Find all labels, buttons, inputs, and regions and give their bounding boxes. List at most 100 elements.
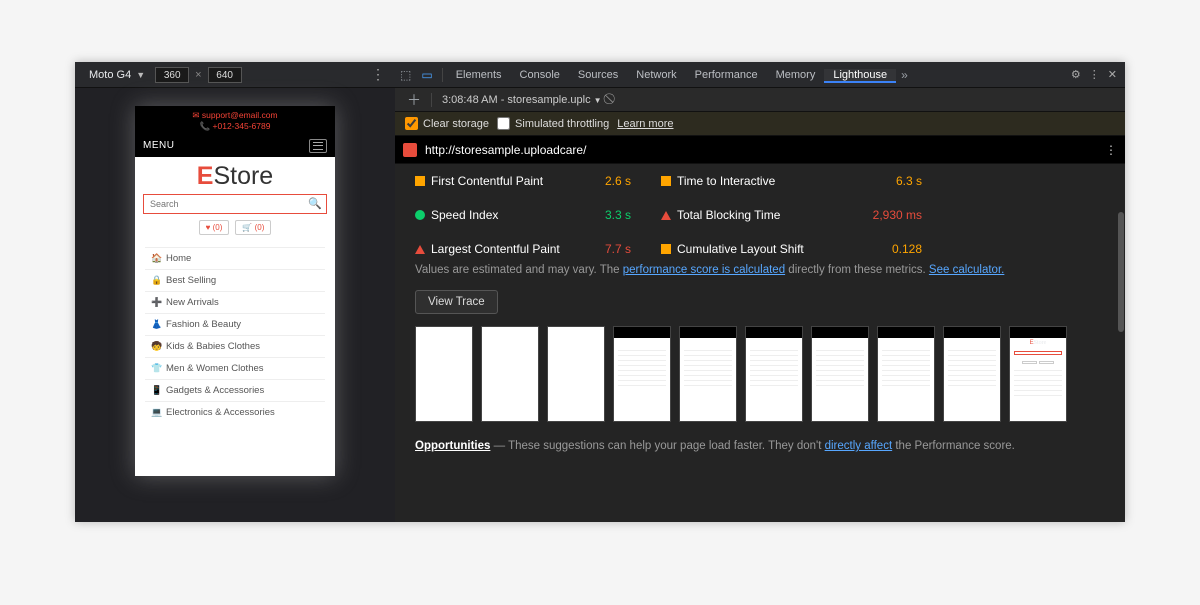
tab-sources[interactable]: Sources (569, 69, 627, 81)
view-trace-button[interactable]: View Trace (415, 290, 498, 314)
device-toggle-icon[interactable]: ▭ (416, 68, 437, 82)
category-item[interactable]: 👗 Fashion & Beauty (145, 313, 325, 335)
audited-url-bar: http://storesample.uploadcare/ ⋮ (395, 136, 1125, 164)
filmstrip-frame[interactable] (811, 326, 869, 422)
filmstrip-frame[interactable] (613, 326, 671, 422)
tab-network[interactable]: Network (627, 69, 685, 81)
inspect-icon[interactable]: ⬚ (395, 68, 416, 82)
category-icon: 🔒 (151, 275, 161, 286)
cart-button[interactable]: 🛒 (0) (235, 220, 271, 235)
tab-elements[interactable]: Elements (447, 69, 511, 81)
category-list: 🏠 Home 🔒Best Selling ➕ New Arrivals 👗 Fashion … (145, 243, 325, 427)
audited-url: http://storesample.uploadcare/ (425, 143, 586, 157)
metric-status-icon (661, 211, 671, 220)
filmstrip-frame[interactable] (547, 326, 605, 422)
metric-status-icon (415, 176, 425, 186)
metrics-grid: First Contentful Paint2.6 sTime to Inter… (395, 164, 1125, 264)
search-icon[interactable]: 🔍 (308, 197, 322, 210)
category-icon: 👗 (151, 319, 161, 330)
see-calculator-link[interactable]: See calculator. (929, 264, 1004, 276)
category-label: Gadgets & Accessories (166, 385, 264, 396)
lighthouse-report-bar: ＋ 3:08:48 AM - storesample.uplc ▼ ⃠ (395, 88, 1125, 112)
metric-value: 7.7 s (581, 242, 631, 256)
metric-status-icon (415, 245, 425, 254)
filmstrip-frame[interactable] (481, 326, 539, 422)
category-item[interactable]: 💻 Electronics & Accessories (145, 401, 325, 423)
simulated-throttling-check[interactable]: Simulated throttling (497, 117, 609, 130)
metric-label: First Contentful Paint (431, 174, 581, 188)
opportunities-heading: Opportunities (415, 440, 490, 452)
category-item[interactable]: 📱Gadgets & Accessories (145, 379, 325, 401)
category-icon: 👕 (151, 363, 161, 374)
estore-search[interactable]: 🔍 (143, 194, 327, 214)
category-icon: 🧒 (151, 341, 161, 352)
estore-topbar: ✉ support@email.com 📞 +012-345-6789 (135, 106, 335, 135)
hamburger-icon[interactable] (309, 139, 327, 153)
directly-affect-link[interactable]: directly affect (825, 440, 893, 452)
support-email: support@email.com (202, 110, 278, 120)
category-icon: ➕ (151, 297, 161, 308)
category-item[interactable]: 🔒Best Selling (145, 269, 325, 291)
filmstrip-frame[interactable] (415, 326, 473, 422)
metric-status-icon (661, 176, 671, 186)
metric-value: 3.3 s (581, 208, 631, 222)
filmstrip-frame[interactable] (943, 326, 1001, 422)
device-width-input[interactable]: 360 (155, 67, 189, 83)
new-report-icon[interactable]: ＋ (401, 90, 427, 110)
device-toolbar: Moto G4 ▼ 360 × 640 ⋮ (75, 62, 395, 88)
tab-console[interactable]: Console (511, 69, 569, 81)
metric-label: Total Blocking Time (677, 208, 852, 222)
filmstrip-frame[interactable] (877, 326, 935, 422)
chevron-down-icon: ▼ (594, 96, 602, 105)
learn-more-link[interactable]: Learn more (617, 118, 673, 130)
kebab-icon[interactable]: ⋮ (1089, 68, 1100, 81)
metric-status-icon (661, 244, 671, 254)
report-picker[interactable]: 3:08:48 AM - storesample.uplc ▼ (436, 94, 608, 106)
clear-storage-check[interactable]: Clear storage (405, 117, 489, 130)
device-name-label: Moto G4 (89, 69, 131, 81)
report-menu-icon[interactable]: ⋮ (1105, 143, 1117, 157)
category-icon: 🏠 (151, 253, 161, 264)
opportunities-section: Opportunities — These suggestions can he… (395, 440, 1125, 452)
chevron-down-icon: ▼ (136, 70, 145, 80)
metric-label: Cumulative Layout Shift (677, 242, 852, 256)
gear-icon[interactable]: ⚙ (1071, 68, 1081, 81)
filmstrip-frame[interactable]: EStore (1009, 326, 1067, 422)
category-label: Home (166, 253, 191, 264)
devtools-tabstrip: ⬚ ▭ ElementsConsoleSourcesNetworkPerform… (395, 62, 1125, 88)
wishlist-button[interactable]: ♥ (0) (199, 220, 230, 235)
category-item[interactable]: 🧒 Kids & Babies Clothes (145, 335, 325, 357)
filmstrip-frame[interactable] (679, 326, 737, 422)
device-picker[interactable]: Moto G4 ▼ (81, 69, 153, 81)
lighthouse-options-bar: Clear storage Simulated throttling Learn… (395, 112, 1125, 136)
metric-status-icon (415, 210, 425, 220)
category-item[interactable]: 🏠 Home (145, 247, 325, 269)
phone-icon: 📞 (200, 121, 211, 131)
category-item[interactable]: 👕 Men & Women Clothes (145, 357, 325, 379)
menu-label: MENU (143, 140, 174, 151)
category-label: Men & Women Clothes (166, 363, 264, 374)
devtools-panel: ⬚ ▭ ElementsConsoleSourcesNetworkPerform… (395, 62, 1125, 522)
device-menu-icon[interactable]: ⋮ (367, 66, 389, 83)
more-tabs-icon[interactable]: » (896, 68, 913, 82)
category-label: Kids & Babies Clothes (166, 341, 260, 352)
category-label: New Arrivals (166, 297, 219, 308)
search-input[interactable] (143, 194, 327, 214)
category-item[interactable]: ➕ New Arrivals (145, 291, 325, 313)
tab-lighthouse[interactable]: Lighthouse (824, 69, 896, 83)
tab-memory[interactable]: Memory (767, 69, 825, 81)
metric-label: Time to Interactive (677, 174, 852, 188)
metrics-note: Values are estimated and may vary. The p… (395, 264, 1125, 286)
clear-icon[interactable]: ⃠ (608, 93, 616, 106)
category-label: Electronics & Accessories (166, 407, 275, 418)
tab-performance[interactable]: Performance (686, 69, 767, 81)
filmstrip: EStore (395, 326, 1125, 440)
category-icon: 💻 (151, 407, 161, 418)
score-calc-link[interactable]: performance score is calculated (623, 264, 785, 276)
category-label: Fashion & Beauty (166, 319, 241, 330)
close-icon[interactable]: ✕ (1108, 68, 1117, 81)
mail-icon: ✉ (192, 110, 199, 120)
filmstrip-frame[interactable] (745, 326, 803, 422)
device-viewport: ✉ support@email.com 📞 +012-345-6789 MENU… (75, 88, 395, 522)
device-height-input[interactable]: 640 (208, 67, 242, 83)
